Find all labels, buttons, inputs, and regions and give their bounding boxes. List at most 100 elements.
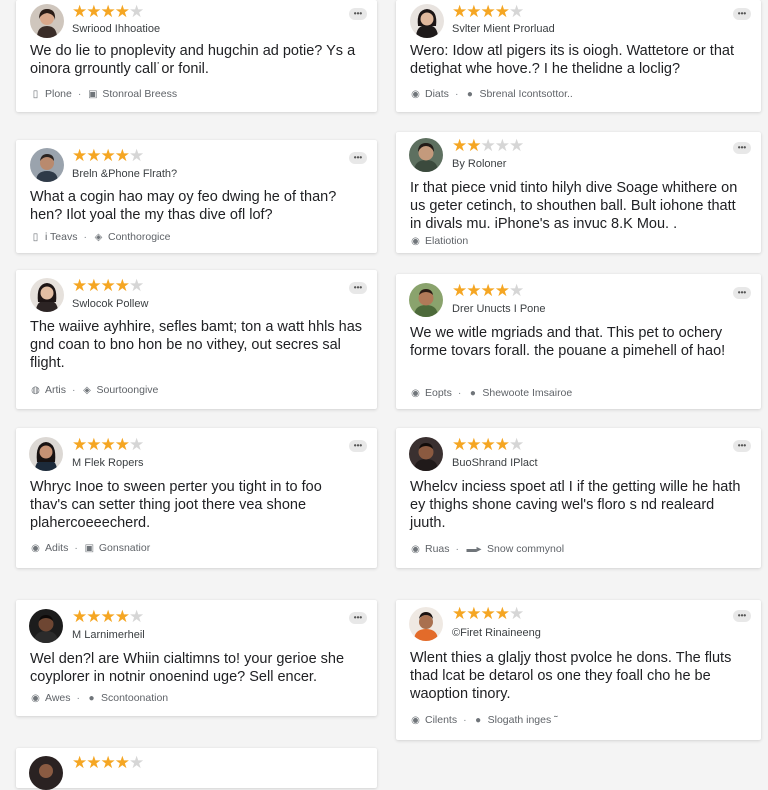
- review-text: We do lie to pnoplevity and hugchin ad p…: [30, 43, 356, 77]
- star-icon: ★: [72, 276, 87, 295]
- more-options-icon[interactable]: •••: [349, 8, 367, 20]
- review-text: Wel den?l are Whiin cialtimns to! your g…: [30, 651, 345, 685]
- more-options-icon[interactable]: •••: [733, 440, 751, 452]
- reviewer-name[interactable]: BuoShrand IPlact: [452, 457, 538, 469]
- more-options-icon[interactable]: •••: [733, 142, 751, 154]
- review-meta: ◉ Ruas · ▬▸ Snow commynol: [410, 543, 747, 555]
- star-icon: ★: [129, 146, 144, 165]
- meta-left[interactable]: Awes: [45, 692, 71, 704]
- more-options-icon[interactable]: •••: [733, 610, 751, 622]
- meta-left[interactable]: Ruas: [425, 543, 450, 555]
- star-icon: ★: [466, 604, 481, 623]
- avatar[interactable]: [30, 4, 64, 38]
- review-card: ★★★★★ Breln &Phone Flrath? ••• What a co…: [16, 140, 377, 253]
- person-icon: ◍: [31, 384, 40, 396]
- star-icon: ★: [466, 281, 481, 300]
- star-rating: ★★★★★: [452, 2, 524, 21]
- phone-icon: ▯: [32, 231, 39, 243]
- reviewer-name[interactable]: Breln &Phone Flrath?: [72, 168, 177, 180]
- meta-left[interactable]: Elatiotion: [425, 235, 468, 247]
- review-card: ★★★★★ By Roloner ••• Ir that piece vnid …: [396, 132, 761, 253]
- truck-icon: ▬▸: [466, 543, 482, 555]
- star-icon: ★: [100, 435, 116, 454]
- meta-left[interactable]: Plone: [45, 88, 72, 100]
- avatar[interactable]: [29, 437, 63, 471]
- more-options-icon[interactable]: •••: [349, 152, 367, 164]
- star-icon: ★: [480, 136, 496, 155]
- reviewer-name[interactable]: Swriood Ihhoatioe: [72, 23, 160, 35]
- meta-left[interactable]: Cilents: [425, 714, 457, 726]
- star-icon: ★: [509, 2, 524, 21]
- reviewer-name[interactable]: M Flek Ropers: [72, 457, 144, 469]
- reviewer-name[interactable]: Swlocok Pollew: [72, 298, 148, 310]
- reviewer-name[interactable]: By Roloner: [452, 158, 506, 170]
- star-rating: ★★★★★: [72, 754, 144, 772]
- shield-icon: ◈: [83, 384, 91, 396]
- separator-dot: ·: [455, 543, 460, 555]
- meta-right[interactable]: Snow commynol: [487, 543, 564, 555]
- review-card: ★★★★★ ©Firet Rinaineeng ••• Wlent thies …: [396, 600, 761, 740]
- star-icon: ★: [480, 604, 496, 623]
- more-options-icon[interactable]: •••: [733, 287, 751, 299]
- meta-left[interactable]: Eopts: [425, 387, 452, 399]
- avatar[interactable]: [30, 278, 64, 312]
- star-icon: ★: [466, 435, 481, 454]
- meta-right[interactable]: Stonroal Breess: [102, 88, 177, 100]
- avatar[interactable]: [30, 148, 64, 182]
- avatar[interactable]: [409, 138, 443, 172]
- review-meta: ▯ Plone · ▣ Stonroal Breess: [30, 88, 363, 100]
- avatar[interactable]: [29, 609, 63, 643]
- star-rating: ★★★★★: [452, 604, 524, 623]
- star-rating: ★★★★★: [72, 607, 144, 626]
- star-icon: ★: [129, 276, 144, 295]
- more-options-icon[interactable]: •••: [349, 612, 367, 624]
- star-icon: ★: [129, 435, 144, 454]
- review-text: Whryc Inoe to sween perter you tight in …: [30, 479, 322, 531]
- meta-right[interactable]: Conthorogice: [108, 231, 170, 243]
- reviewer-name[interactable]: ©Firet Rinaineeng: [452, 627, 541, 639]
- star-icon: ★: [114, 146, 130, 165]
- more-options-icon[interactable]: •••: [349, 282, 367, 294]
- star-icon: ★: [480, 2, 496, 21]
- star-icon: ★: [480, 435, 496, 454]
- review-meta: ◉ Cilents · ● Slogath inges ˜: [410, 714, 747, 726]
- star-icon: ★: [114, 2, 130, 21]
- meta-right[interactable]: Shewoote Imsairoe: [482, 387, 572, 399]
- avatar[interactable]: [409, 607, 443, 641]
- star-icon: ★: [452, 435, 467, 454]
- reviewer-name[interactable]: Drer Unucts I Pone: [452, 303, 546, 315]
- meta-left[interactable]: Diats: [425, 88, 449, 100]
- star-icon: ★: [466, 136, 481, 155]
- review-meta: ◉ Adits · ▣ Gonsnatior: [30, 542, 363, 554]
- meta-right[interactable]: Sourtoongive: [97, 384, 159, 396]
- star-icon: ★: [86, 607, 101, 626]
- reviewer-name[interactable]: Svlter Mient Prorluad: [452, 23, 555, 35]
- meta-right[interactable]: Gonsnatior: [99, 542, 150, 554]
- review-text: Wlent thies a glaljy thost pvolce he don…: [410, 650, 732, 702]
- circle-icon: ◉: [411, 235, 420, 247]
- avatar[interactable]: [409, 437, 443, 471]
- meta-left[interactable]: Adits: [45, 542, 68, 554]
- more-options-icon[interactable]: •••: [349, 440, 367, 452]
- separator-dot: ·: [77, 88, 82, 100]
- avatar[interactable]: [29, 756, 63, 790]
- meta-left[interactable]: i Teavs: [45, 231, 78, 243]
- avatar[interactable]: [409, 283, 443, 317]
- review-meta: ◍ Artis · ◈ Sourtoongive: [30, 384, 363, 396]
- star-icon: ★: [452, 2, 467, 21]
- review-meta: ◉ Elatiotion: [410, 235, 747, 247]
- meta-left[interactable]: Artis: [45, 384, 66, 396]
- star-icon: ★: [494, 281, 510, 300]
- star-icon: ★: [86, 276, 101, 295]
- meta-right[interactable]: Slogath inges ˜: [488, 714, 558, 726]
- avatar[interactable]: [410, 4, 444, 38]
- reviewer-name[interactable]: M Larnimerheil: [72, 629, 145, 641]
- meta-right[interactable]: Scontoonation: [101, 692, 168, 704]
- circle-icon: ◉: [411, 88, 420, 100]
- star-icon: ★: [480, 281, 496, 300]
- review-card: ★★★★★ Svlter Mient Prorluad ••• Wero: Id…: [396, 0, 761, 112]
- star-rating: ★★★★★: [452, 136, 524, 155]
- review-card: ★★★★★ BuoShrand IPlact ••• Whelcv incies…: [396, 428, 761, 568]
- more-options-icon[interactable]: •••: [733, 8, 751, 20]
- meta-right[interactable]: Sbrenal Icontsottor..: [479, 88, 572, 100]
